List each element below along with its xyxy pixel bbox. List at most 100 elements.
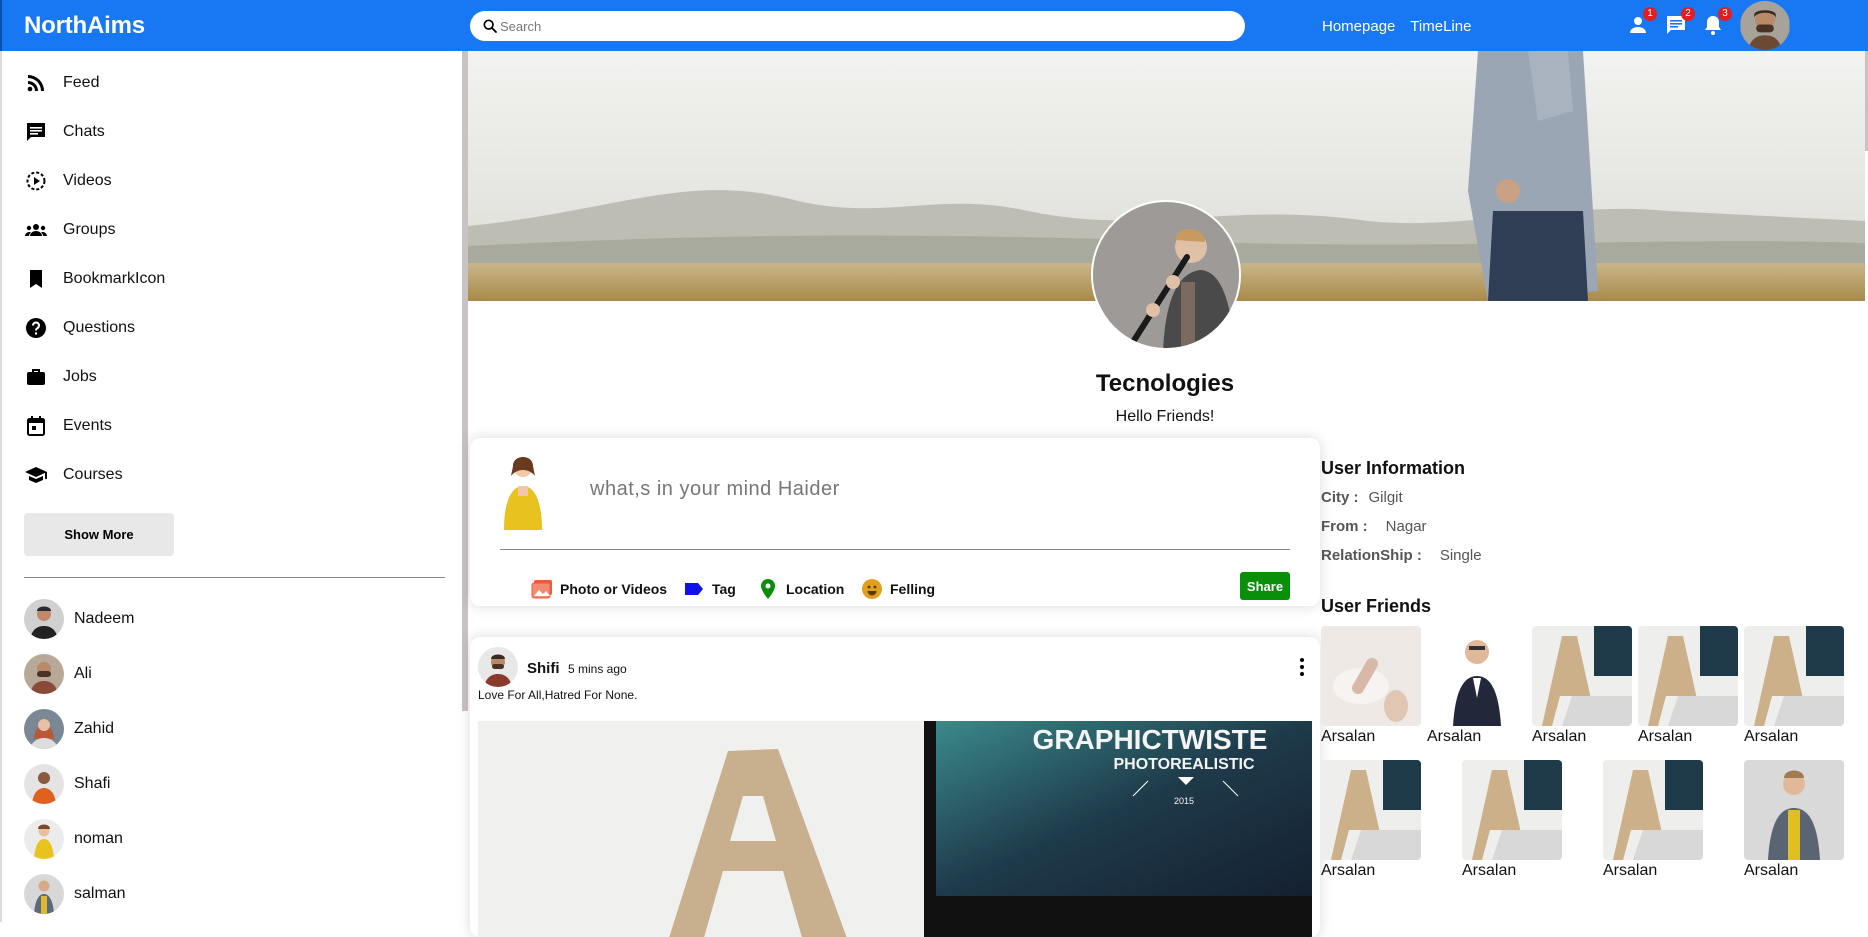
user-friend[interactable]: Arsalan xyxy=(1744,626,1844,746)
post-author[interactable]: Shifi xyxy=(527,660,560,677)
post-image[interactable]: GRAPHICTWISTE PHOTOREALISTIC 2015 xyxy=(478,721,1312,937)
sidebar-friend-zahid[interactable]: Zahid xyxy=(24,709,114,749)
friend-name: Arsalan xyxy=(1744,862,1799,879)
sidebar-item-events[interactable]: Events xyxy=(24,411,112,441)
label-icon xyxy=(685,583,703,595)
sidebar-item-chats[interactable]: Chats xyxy=(24,117,105,147)
location-pin-icon xyxy=(761,579,775,599)
post-image-year: 2015 xyxy=(1174,796,1194,806)
user-friend[interactable]: Arsalan xyxy=(1321,760,1421,880)
messages-badge: 2 xyxy=(1681,7,1695,21)
post-image-subtitle: PHOTOREALISTIC xyxy=(1113,756,1254,773)
friend-photo xyxy=(1744,760,1844,860)
emoji-icon xyxy=(862,579,882,599)
sidebar-item-questions[interactable]: Questions xyxy=(24,313,135,343)
timeline-link[interactable]: TimeLine xyxy=(1410,18,1471,35)
user-friend[interactable]: Arsalan xyxy=(1744,760,1844,880)
friend-name: salman xyxy=(74,885,126,902)
friend-requests-badge: 1 xyxy=(1643,7,1657,21)
friend-photo xyxy=(1321,626,1421,726)
info-key: RelationShip : xyxy=(1321,547,1422,564)
sidebar-friend-salman[interactable]: salman xyxy=(24,874,126,914)
option-label: Location xyxy=(786,581,845,597)
user-friend[interactable]: Arsalan xyxy=(1532,626,1632,746)
calendar-icon xyxy=(27,416,45,436)
tag-option[interactable]: Tag xyxy=(682,577,736,601)
sidebar: Feed Chats Videos Groups BookmarkIcon Qu… xyxy=(0,51,465,922)
messages-button[interactable]: 2 xyxy=(1664,7,1695,37)
school-icon xyxy=(25,467,47,483)
friend-name: Arsalan xyxy=(1321,862,1376,879)
homepage-link[interactable]: Homepage xyxy=(1322,18,1395,35)
photo-or-videos-option[interactable]: Photo or Videos xyxy=(530,577,667,601)
info-row-relationship: RelationShip : Single xyxy=(1321,547,1482,564)
user-friends-title: User Friends xyxy=(1321,596,1432,616)
show-more-button[interactable]: Show More xyxy=(24,513,174,556)
option-label: Felling xyxy=(890,581,936,597)
play-circle-icon xyxy=(26,171,46,191)
top-bar: NorthAims Homepage TimeLine 1 2 3 xyxy=(0,0,1868,51)
avatar xyxy=(24,599,64,639)
friend-name: Arsalan xyxy=(1603,862,1658,879)
friend-name: Arsalan xyxy=(1427,728,1482,745)
avatar[interactable] xyxy=(478,647,518,687)
sidebar-item-videos[interactable]: Videos xyxy=(24,166,112,196)
location-option[interactable]: Location xyxy=(756,577,844,601)
felling-option[interactable]: Felling xyxy=(860,577,935,601)
search-input[interactable] xyxy=(500,15,1220,37)
sidebar-divider xyxy=(24,577,445,578)
profile-picture[interactable] xyxy=(1091,200,1241,350)
search-bar[interactable] xyxy=(470,11,1245,41)
user-information-title: User Information xyxy=(1321,458,1466,478)
user-avatar[interactable] xyxy=(1740,1,1790,50)
info-row-city: City : Gilgit xyxy=(1321,489,1403,506)
user-friend[interactable]: Arsalan xyxy=(1427,626,1527,746)
groups-icon xyxy=(25,224,47,236)
info-value: Gilgit xyxy=(1368,489,1403,506)
sidebar-friend-ali[interactable]: Ali xyxy=(24,654,92,694)
friend-name: Shafi xyxy=(74,775,111,792)
sidebar-item-label: Feed xyxy=(63,74,100,91)
post-card: Shifi 5 mins ago Love For All,Hatred For… xyxy=(470,637,1320,937)
sidebar-friend-nadeem[interactable]: Nadeem xyxy=(24,599,134,639)
sidebar-item-groups[interactable]: Groups xyxy=(24,215,115,245)
friend-requests-button[interactable]: 1 xyxy=(1626,7,1657,37)
sidebar-item-courses[interactable]: Courses xyxy=(24,460,123,490)
info-key: From : xyxy=(1321,518,1368,535)
share-button[interactable]: Share xyxy=(1240,572,1290,600)
user-friend[interactable]: Arsalan xyxy=(1321,626,1421,746)
user-friend[interactable]: Arsalan xyxy=(1603,760,1703,880)
more-vert-icon[interactable] xyxy=(1290,655,1314,679)
friend-name: Arsalan xyxy=(1462,862,1517,879)
profile-name: Tecnologies xyxy=(1095,370,1235,397)
sidebar-friend-noman[interactable]: noman xyxy=(24,819,123,859)
friend-name: Ali xyxy=(74,665,92,682)
info-row-from: From : Nagar xyxy=(1321,518,1427,535)
brand-logo[interactable]: NorthAims xyxy=(24,12,145,40)
post-text: Love For All,Hatred For None. xyxy=(478,688,638,702)
sidebar-item-label: Questions xyxy=(63,319,136,336)
bookmark-icon xyxy=(30,270,42,288)
whats-on-your-mind-input[interactable]: what,s in your mind Haider xyxy=(590,478,840,501)
friend-photo xyxy=(1638,626,1738,726)
sidebar-item-label: Jobs xyxy=(63,368,97,385)
avatar xyxy=(24,874,64,914)
avatar xyxy=(24,709,64,749)
friend-photo xyxy=(1321,760,1421,860)
post-image-title: GRAPHICTWISTE xyxy=(1033,724,1268,755)
sidebar-item-jobs[interactable]: Jobs xyxy=(24,362,97,392)
sidebar-item-label: Groups xyxy=(63,221,116,238)
sidebar-item-feed[interactable]: Feed xyxy=(24,68,99,98)
user-friend[interactable]: Arsalan xyxy=(1638,626,1738,746)
friend-name: Arsalan xyxy=(1638,728,1693,745)
friend-name: Arsalan xyxy=(1532,728,1587,745)
avatar xyxy=(24,764,64,804)
sidebar-item-bookmarks[interactable]: BookmarkIcon xyxy=(24,264,165,294)
avatar xyxy=(24,819,64,859)
user-friend[interactable]: Arsalan xyxy=(1462,760,1562,880)
profile-description: Hello Friends! xyxy=(1115,408,1215,425)
post-time: 5 mins ago xyxy=(568,662,627,676)
friend-photo xyxy=(1462,760,1562,860)
notifications-button[interactable]: 3 xyxy=(1701,7,1732,37)
sidebar-friend-shafi[interactable]: Shafi xyxy=(24,764,110,804)
